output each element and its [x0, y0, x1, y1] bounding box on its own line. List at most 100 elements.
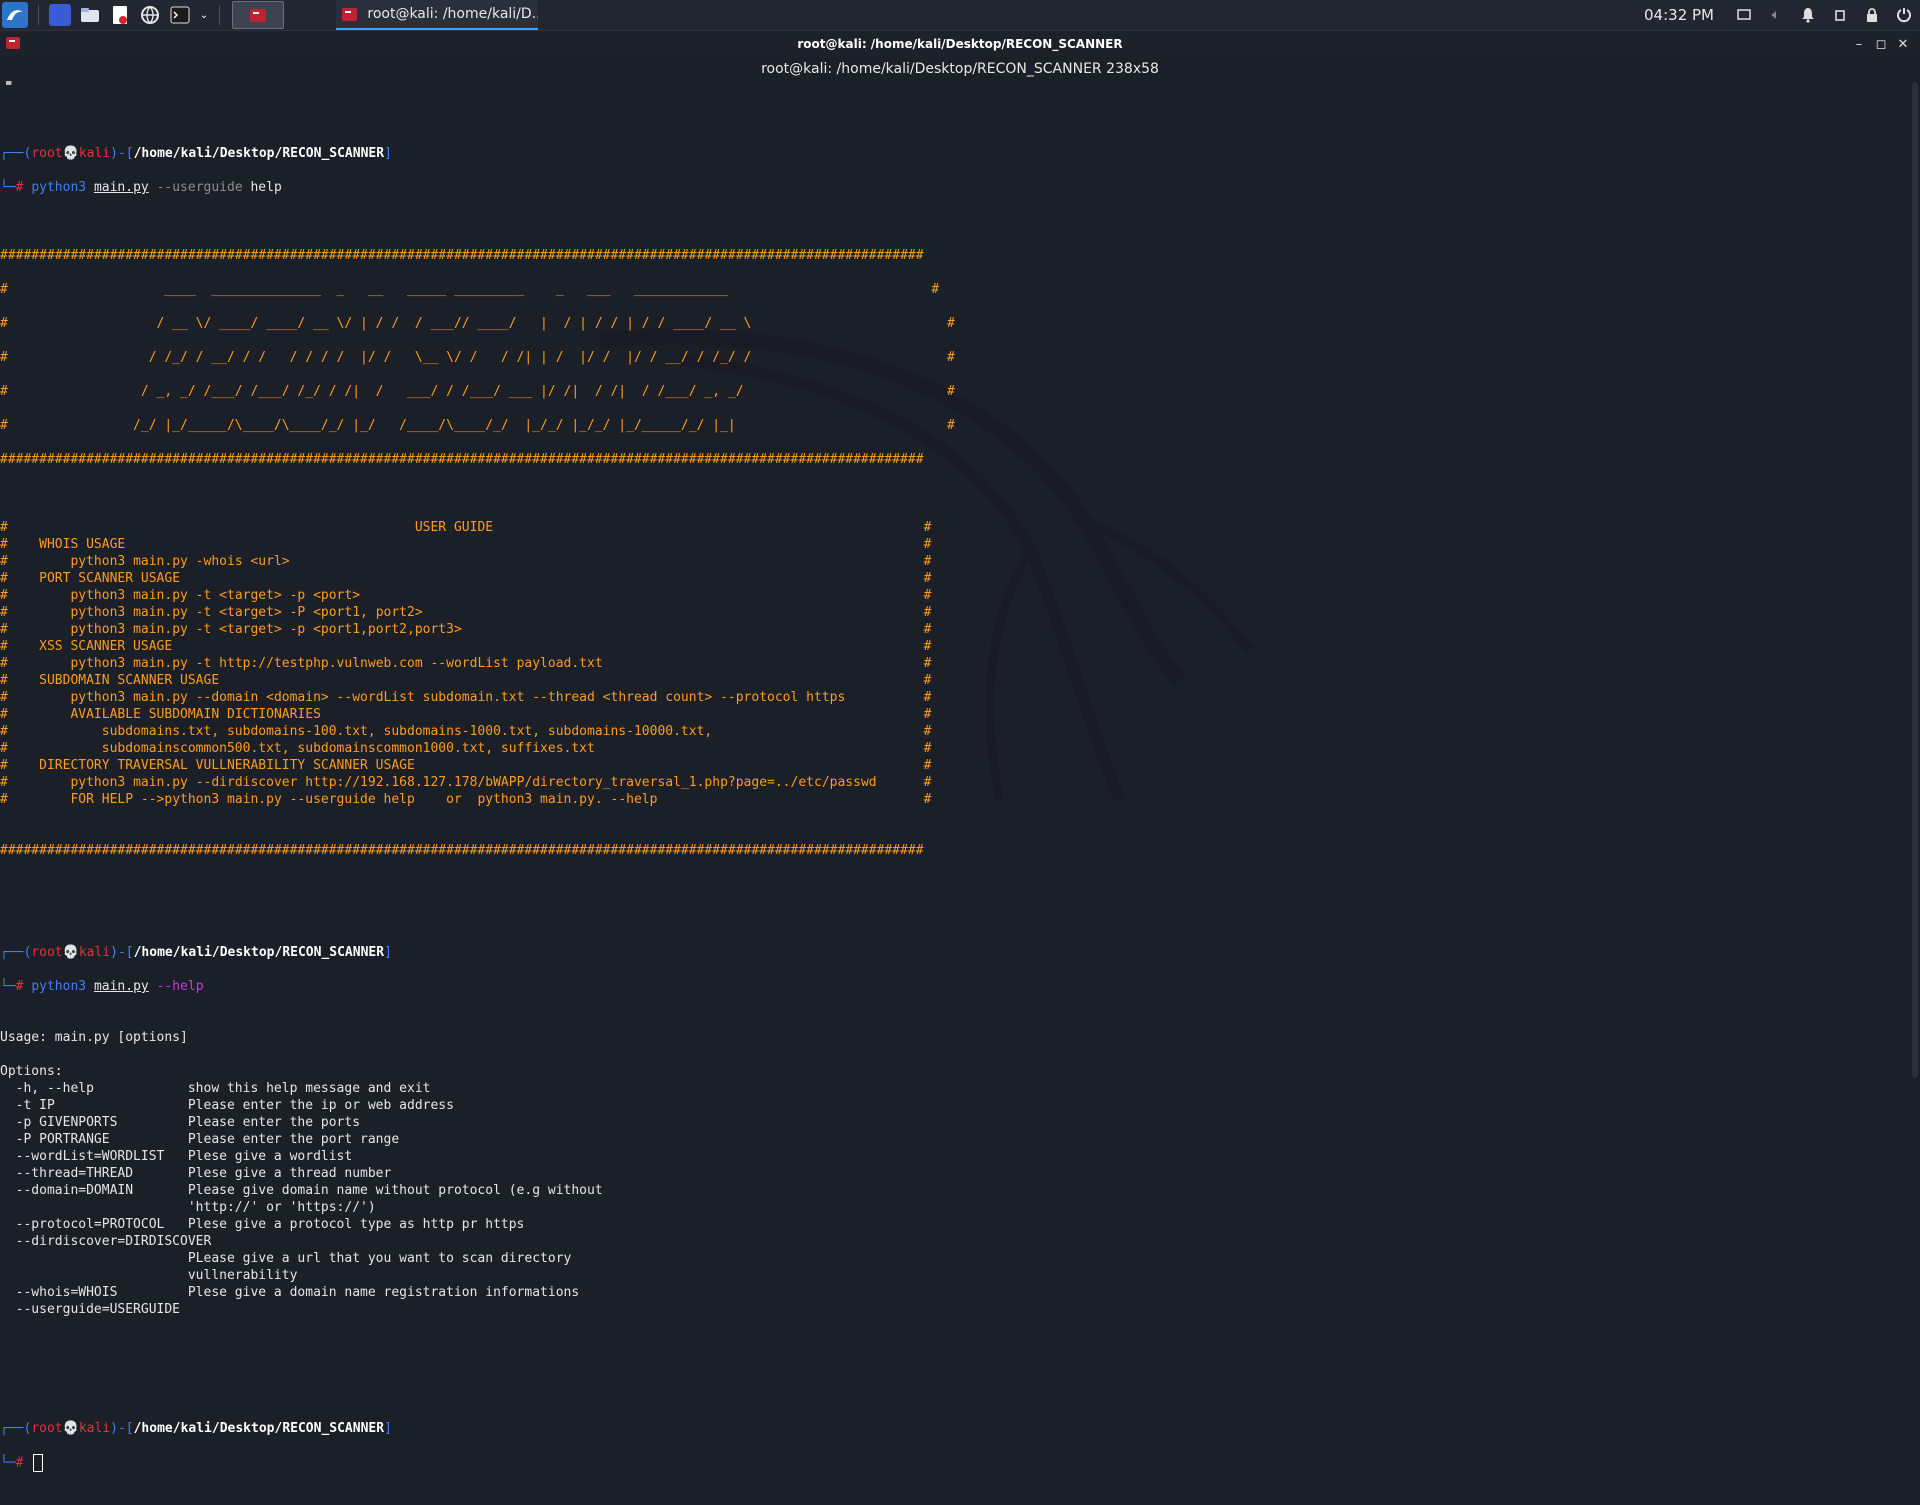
help-output: Usage: main.py [options] Options: -h, --… [0, 1029, 1910, 1318]
taskbar-separator [219, 5, 220, 25]
notification-bell-icon[interactable] [1797, 4, 1819, 26]
taskbar-task-label: root@kali: /home/kali/D... [367, 6, 538, 22]
help-line: -p GIVENPORTS Please enter the ports [0, 1115, 361, 1130]
terminal-scrollbar[interactable] [1912, 82, 1918, 1078]
guide-line: # subdomainscommon500.txt, subdomainscom… [0, 741, 932, 756]
file-manager-icon[interactable] [79, 4, 101, 26]
guide-line: # python3 main.py --domain <domain> --wo… [0, 690, 932, 705]
help-line: vullnerability [0, 1268, 298, 1283]
prompt-host: kali [78, 146, 111, 161]
guide-text: PORT SCANNER USAGE [39, 571, 181, 586]
cmd-option: --userguide [156, 180, 243, 195]
prompt-user: root [31, 146, 63, 161]
taskbar-separator [38, 5, 39, 25]
window-titlebar[interactable]: root@kali: /home/kali/Desktop/RECON_SCAN… [0, 31, 1920, 57]
network-icon[interactable] [1829, 4, 1851, 26]
help-line: -t IP Please enter the ip or web address [0, 1098, 454, 1113]
cmd-arg: help [250, 180, 282, 195]
banner-art-line: # / /_/ / __/ / / / / / / |/ / \__ \/ / … [0, 350, 955, 365]
guide-line: # subdomains.txt, subdomains-100.txt, su… [0, 724, 932, 739]
help-line: --dirdiscover=DIRDISCOVER [0, 1234, 212, 1249]
power-icon[interactable] [1893, 4, 1915, 26]
prompt-line: ┌──(root💀kali)-[/home/kali/Desktop/RECON… [0, 146, 392, 161]
close-button[interactable]: ✕ [1892, 34, 1914, 54]
banner-art-line: # /_/ |_/_____/\____/\____/_/ |_/ /____/… [0, 418, 955, 433]
terminal-app-icon [342, 7, 358, 21]
command-line: └─# python3 main.py --userguide help [0, 180, 282, 195]
help-line: 'http://' or 'https://') [0, 1200, 376, 1215]
prompt-user: root [31, 945, 63, 960]
text-cursor[interactable] [33, 1454, 44, 1472]
guide-line: # python3 main.py -t <target> -P <port1,… [0, 605, 932, 620]
prompt-host: kali [78, 945, 111, 960]
taskbar-task-terminal[interactable]: root@kali: /home/kali/D... [336, 0, 538, 30]
guide-line: # AVAILABLE SUBDOMAIN DICTIONARIES # [0, 707, 932, 722]
maximize-button[interactable]: ◻ [1870, 34, 1892, 54]
command-input-line[interactable]: └─# [0, 1454, 1910, 1472]
prompt-path: /home/kali/Desktop/RECON_SCANNER [133, 1421, 385, 1436]
guide-text: python3 main.py -whois <url> [70, 554, 290, 569]
guide-text: python3 main.py --domain <domain> --word… [70, 690, 846, 705]
banner-art-line: # ____ ______________ _ __ _____ _______… [0, 282, 940, 297]
guide-text: python3 main.py -t <target> -p <port1,po… [70, 622, 462, 637]
guide-line: # XSS SCANNER USAGE # [0, 639, 932, 654]
prompt-path: /home/kali/Desktop/RECON_SCANNER [133, 945, 385, 960]
workspace-icon[interactable] [49, 4, 71, 26]
help-line: Options: [0, 1064, 63, 1079]
prompt-line: ┌──(root💀kali)-[/home/kali/Desktop/RECON… [0, 1421, 392, 1436]
tab-title-text: root@kali: /home/kali/Desktop/RECON_SCAN… [761, 61, 1159, 77]
terminal-output[interactable]: ┌──(root💀kali)-[/home/kali/Desktop/RECON… [0, 94, 1910, 1472]
cmd-option: --help [156, 979, 204, 994]
guide-line: # python3 main.py -t <target> -p <port> … [0, 588, 932, 603]
help-line: -h, --help show this help message and ex… [0, 1081, 431, 1096]
kali-menu-icon[interactable] [2, 2, 28, 28]
help-line: --protocol=PROTOCOL Plese give a protoco… [0, 1217, 525, 1232]
help-line: --thread=THREAD Plese give a thread numb… [0, 1166, 392, 1181]
guide-text: WHOIS USAGE [39, 537, 126, 552]
guide-text: python3 main.py -t <target> -P <port1, p… [70, 605, 423, 620]
terminal-icon[interactable] [169, 4, 191, 26]
guide-text: subdomains.txt, subdomains-100.txt, subd… [101, 724, 713, 739]
prompt-path: /home/kali/Desktop/RECON_SCANNER [133, 146, 385, 161]
cmd-file: main.py [93, 979, 149, 994]
guide-line: # python3 main.py -t <target> -p <port1,… [0, 622, 932, 637]
window-title: root@kali: /home/kali/Desktop/RECON_SCAN… [797, 37, 1123, 51]
chevron-down-icon[interactable]: ⌄ [199, 4, 209, 26]
banner-border: ########################################… [0, 843, 924, 858]
guide-line: # FOR HELP -->python3 main.py --userguid… [0, 792, 932, 807]
guide-text: AVAILABLE SUBDOMAIN DICTIONARIES [70, 707, 321, 722]
guide-text: XSS SCANNER USAGE [39, 639, 173, 654]
banner-border: ########################################… [0, 452, 924, 467]
help-line: --whois=WHOIS Plese give a domain name r… [0, 1285, 580, 1300]
help-line: --userguide=USERGUIDE [0, 1302, 181, 1317]
browser-icon[interactable] [139, 4, 161, 26]
display-icon[interactable] [1733, 4, 1755, 26]
banner-art-line: # / __ \/ ____/ ____/ __ \/ | / / / ___/… [0, 316, 955, 331]
guide-text: subdomainscommon500.txt, subdomainscommo… [101, 741, 595, 756]
user-guide: # USER GUIDE # # WHOIS USAGE # # python3… [0, 519, 1910, 808]
clock[interactable]: 04:32 PM [1644, 6, 1714, 24]
cmd-program: python3 [31, 180, 87, 195]
help-line: Usage: main.py [options] [0, 1030, 188, 1045]
taskbar: ⌄ root@kali: /home/kali/D... 04:32 PM 🔈︎ [0, 0, 1920, 31]
guide-text: SUBDOMAIN SCANNER USAGE [39, 673, 220, 688]
banner-border: ########################################… [0, 248, 924, 263]
terminal-app-icon [250, 8, 266, 22]
terminal-tab-title: root@kali: /home/kali/Desktop/RECON_SCAN… [0, 57, 1920, 81]
volume-icon[interactable]: 🔈︎ [1765, 4, 1787, 26]
minimize-button[interactable]: – [1848, 34, 1870, 54]
cmd-program: python3 [31, 979, 87, 994]
help-line: -P PORTRANGE Please enter the port range [0, 1132, 400, 1147]
workspace-active-button[interactable] [232, 1, 284, 29]
guide-line: # SUBDOMAIN SCANNER USAGE # [0, 673, 932, 688]
lock-icon[interactable] [1861, 4, 1883, 26]
help-line: PLease give a url that you want to scan … [0, 1251, 572, 1266]
text-editor-icon[interactable] [109, 4, 131, 26]
guide-text: FOR HELP -->python3 main.py --userguide … [70, 792, 658, 807]
guide-text: python3 main.py -t http://testphp.vulnwe… [70, 656, 603, 671]
guide-line: # WHOIS USAGE # [0, 537, 932, 552]
guide-line: # USER GUIDE # [0, 520, 932, 535]
cmd-file: main.py [93, 180, 149, 195]
guide-line: # python3 main.py -whois <url> # [0, 554, 932, 569]
